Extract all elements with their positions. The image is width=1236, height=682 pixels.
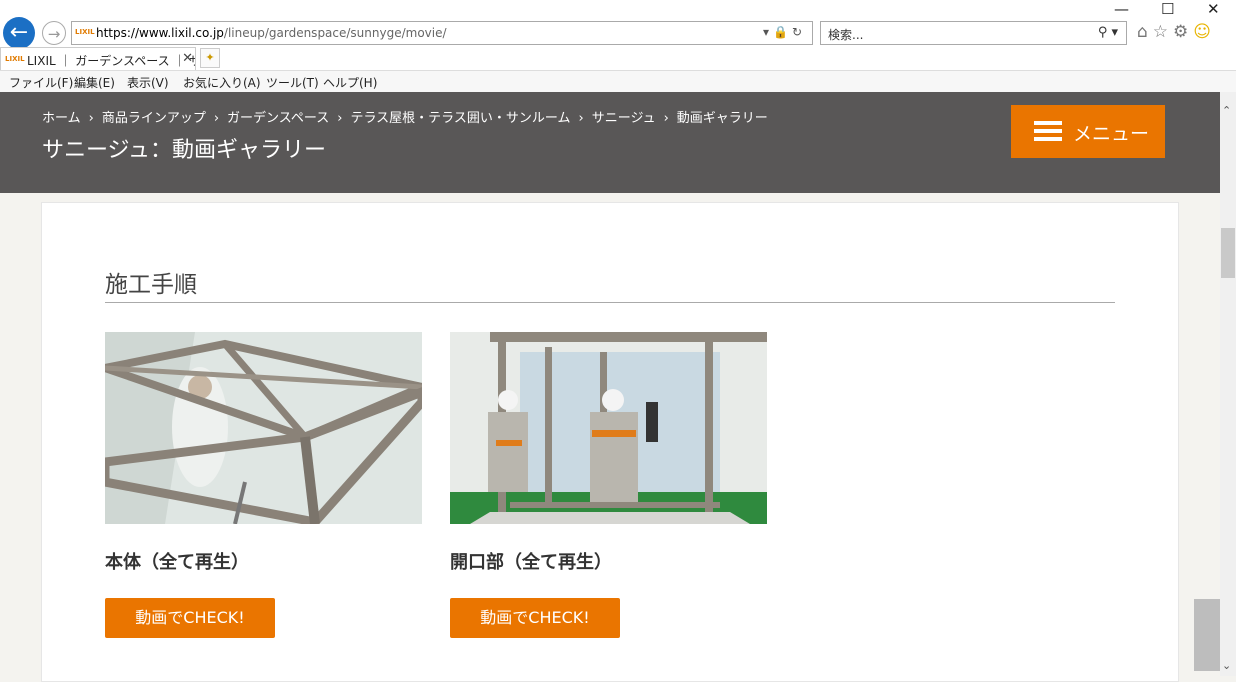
menu-favorites[interactable]: お気に入り(A) (183, 74, 261, 91)
chevron-right-icon: › (663, 111, 669, 126)
vertical-scrollbar[interactable]: ⌃ ⌄ (1220, 92, 1236, 676)
video-item: 本体（全て再生） 動画でCHECK! (105, 332, 422, 638)
section-title: 施工手順 (105, 272, 197, 298)
url-path: /lineup/gardenspace/sunnyge/movie/ (223, 26, 447, 40)
breadcrumb-lineup[interactable]: 商品ラインアップ (102, 111, 206, 126)
menu-view[interactable]: 表示(V) (127, 74, 169, 91)
menu-button[interactable]: メニュー (1011, 105, 1165, 158)
settings-gear-icon[interactable]: ⚙ (1173, 22, 1193, 42)
video-thumbnail-main-body[interactable] (105, 332, 422, 524)
url-text: https://www.lixil.co.jp/lineup/gardenspa… (96, 26, 447, 40)
menu-edit[interactable]: 編集(E) (74, 74, 115, 91)
menu-tools[interactable]: ツール(T) (266, 74, 319, 91)
breadcrumb: ホーム › 商品ラインアップ › ガーデンスペース › テラス屋根・テラス囲い・サンルーム ›… (42, 107, 768, 126)
page-title: サニージュ：動画ギャラリー (42, 138, 327, 163)
close-window-icon[interactable]: ✕ (1207, 0, 1220, 18)
home-icon[interactable]: ⌂ (1137, 22, 1153, 42)
feedback-smiley-icon[interactable]: ☺ (1193, 22, 1216, 42)
favorites-star-icon[interactable]: ☆ (1153, 22, 1173, 42)
chevron-right-icon: › (578, 111, 584, 126)
maximize-icon[interactable]: ☐ (1161, 0, 1174, 18)
browser-tab[interactable]: LIXIL LIXIL ｜ ガーデンスペース ｜ サ... ✕ (0, 47, 196, 70)
scroll-up-icon[interactable]: ⌃ (1222, 104, 1231, 117)
breadcrumb-sunnyge[interactable]: サニージュ (592, 111, 656, 126)
chevron-right-icon: › (337, 111, 343, 126)
new-tab-icon[interactable]: ✦ (200, 48, 220, 68)
tab-close-icon[interactable]: ✕ (182, 51, 193, 66)
video-title: 本体（全て再生） (105, 552, 249, 573)
minimize-icon[interactable]: — (1114, 0, 1129, 18)
tab-favicon-icon: LIXIL (5, 55, 25, 63)
video-thumbnail-opening[interactable] (450, 332, 767, 524)
page-header: ホーム › 商品ラインアップ › ガーデンスペース › テラス屋根・テラス囲い・サンルーム ›… (0, 92, 1220, 193)
address-bar[interactable]: LIXIL https://www.lixil.co.jp/lineup/gar… (71, 21, 813, 45)
video-title: 開口部（全て再生） (450, 552, 612, 573)
dropdown-icon[interactable]: ▾ (763, 25, 773, 39)
search-icon[interactable]: ⚲ ▾ (1098, 25, 1118, 40)
hamburger-icon (1034, 121, 1062, 141)
tab-row: LIXIL LIXIL ｜ ガーデンスペース ｜ サ... ✕ ✦ (0, 47, 1236, 70)
search-placeholder: 検索... (828, 28, 864, 42)
refresh-icon[interactable]: ↻ (792, 25, 806, 39)
address-controls[interactable]: ▾🔒↻ (763, 25, 806, 39)
content-card: 施工手順 本体（全て再生） 動画でCHECK! 開口部（全て再生） 動画でCHE… (41, 202, 1179, 682)
breadcrumb-current: 動画ギャラリー (676, 111, 768, 126)
tab-title: LIXIL ｜ ガーデンスペース ｜ サ... (27, 54, 196, 68)
breadcrumb-terrace[interactable]: テラス屋根・テラス囲い・サンルーム (350, 111, 570, 126)
video-item: 開口部（全て再生） 動画でCHECK! (450, 332, 767, 638)
menu-bar: ファイル(F) 編集(E) 表示(V) お気に入り(A) ツール(T) ヘルプ(… (0, 70, 1236, 92)
menu-button-label: メニュー (1073, 123, 1150, 145)
lock-icon[interactable]: 🔒 (773, 25, 792, 39)
breadcrumb-gardenspace[interactable]: ガーデンスペース (227, 111, 329, 126)
url-host: https://www.lixil.co.jp (96, 26, 224, 40)
menu-file[interactable]: ファイル(F) (9, 74, 73, 91)
scrollbar-thumb[interactable] (1221, 228, 1235, 278)
chevron-right-icon: › (88, 111, 94, 126)
forward-button[interactable]: → (42, 21, 66, 45)
breadcrumb-home[interactable]: ホーム (42, 111, 81, 126)
scroll-down-icon[interactable]: ⌄ (1222, 659, 1231, 672)
back-button[interactable]: ← (3, 17, 35, 49)
chevron-right-icon: › (213, 111, 220, 126)
toolbar-icons: ⌂☆⚙☺ (1137, 22, 1216, 42)
watch-video-button[interactable]: 動画でCHECK! (450, 598, 620, 638)
watch-video-button[interactable]: 動画でCHECK! (105, 598, 275, 638)
page-top-button[interactable] (1194, 599, 1220, 671)
search-box[interactable]: 検索... ⚲ ▾ (820, 21, 1127, 45)
site-favicon-icon: LIXIL (75, 28, 95, 36)
menu-help[interactable]: ヘルプ(H) (323, 74, 377, 91)
section-divider (105, 302, 1115, 303)
browser-chrome: ← → LIXIL https://www.lixil.co.jp/lineup… (0, 0, 1236, 92)
